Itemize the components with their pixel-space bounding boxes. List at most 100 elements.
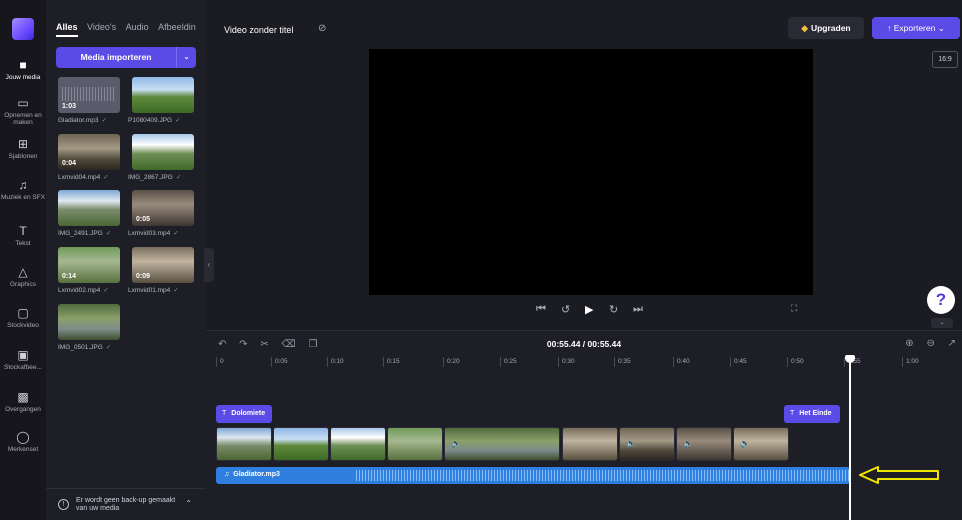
project-title[interactable]: Video zonder titel <box>224 25 293 35</box>
rail-item-record[interactable]: ▭ Opnemen en maken <box>0 96 46 126</box>
backup-text: Er wordt geen back-up gemaakt van uw med… <box>76 497 176 512</box>
ruler-tick: 0:30 <box>558 357 575 367</box>
check-icon: ✓ <box>175 174 182 181</box>
import-media-label: Media importeren <box>80 52 152 62</box>
media-thumb-gladiator[interactable]: 1:03 <box>58 77 120 113</box>
text-icon: T <box>19 224 27 238</box>
video-clip[interactable] <box>330 427 386 461</box>
check-icon: ✓ <box>103 287 109 294</box>
backup-notice[interactable]: ! Er wordt geen back-up gemaakt van uw m… <box>46 488 206 520</box>
check-icon: ✓ <box>175 117 181 124</box>
video-clip[interactable] <box>562 427 618 461</box>
aspect-ratio-button[interactable]: 16:9 <box>932 51 958 68</box>
rail-item-your-media[interactable]: ■ Jouw media <box>0 58 46 81</box>
export-button[interactable]: ↑ Exporteren ⌄ <box>872 17 960 39</box>
rail-item-transitions[interactable]: ▩ Overgangen <box>0 390 46 413</box>
info-icon: ! <box>58 499 69 510</box>
media-label: Lxmvid04.mp4 ✓ <box>58 174 109 181</box>
media-thumb-lxmvid01[interactable]: 0:09 <box>132 247 194 283</box>
media-label: Lxmvid01.mp4 ✓ <box>128 287 179 294</box>
import-media-button[interactable]: Media importeren ⌄ <box>56 47 196 68</box>
diamond-icon: ◆ <box>801 23 808 33</box>
text-icon: T <box>790 410 795 417</box>
upload-icon: ↑ <box>887 23 892 33</box>
tab-videos[interactable]: Video's <box>87 22 116 32</box>
rail-item-stock-images[interactable]: ▣ Stockafbee... <box>0 348 46 371</box>
media-label: P1080409.JPG ✓ <box>128 117 181 124</box>
playhead[interactable] <box>849 357 851 520</box>
media-thumb-lxmvid02[interactable]: 0:14 <box>58 247 120 283</box>
music-note-icon: ♫ <box>224 471 230 478</box>
media-duration: 0:04 <box>62 160 77 167</box>
skip-end-icon[interactable]: ⏭ <box>633 303 643 316</box>
chevron-down-icon[interactable]: ⌄ <box>931 318 953 328</box>
video-clip[interactable] <box>273 427 329 461</box>
ruler-tick: 0:05 <box>271 357 288 367</box>
transitions-icon: ▩ <box>17 390 29 404</box>
zoom-out-icon[interactable]: ⊖ <box>926 338 934 349</box>
chevron-down-icon[interactable]: ⌄ <box>176 47 196 68</box>
rail-item-text[interactable]: T Tekst <box>0 224 46 247</box>
check-icon: ✓ <box>105 230 112 237</box>
ruler-tick: 0:20 <box>443 357 460 367</box>
fullscreen-icon[interactable]: ⛶ <box>791 303 797 314</box>
waveform-icon <box>62 87 116 101</box>
zoom-in-icon[interactable]: ⊕ <box>905 338 913 349</box>
speaker-icon: 🔈 <box>451 439 461 448</box>
video-clip[interactable]: 🔈 <box>676 427 732 461</box>
rail-item-graphics[interactable]: △ Graphics <box>0 265 46 288</box>
media-thumb-img0501[interactable] <box>58 304 120 340</box>
video-clip[interactable]: 🔈 <box>444 427 560 461</box>
folder-icon: ■ <box>19 58 27 72</box>
play-icon[interactable]: ▶ <box>585 303 593 316</box>
ruler-tick: 1:00 <box>902 357 919 367</box>
forward-5s-icon[interactable]: ↻ <box>609 303 618 316</box>
templates-icon: ⊞ <box>17 137 29 151</box>
media-label: Gladiator.mp3 ✓ <box>58 117 107 124</box>
video-clip[interactable]: 🔈 <box>733 427 789 461</box>
check-icon: ✓ <box>103 174 109 181</box>
audio-clip-gladiator[interactable]: ♫ Gladiator.mp3 <box>216 467 850 484</box>
video-clip[interactable]: 🔈 <box>619 427 675 461</box>
rail-item-templates[interactable]: ⊞ Sjablonen <box>0 137 46 160</box>
ruler-tick: 0:10 <box>327 357 344 367</box>
fit-icon[interactable]: ↗ <box>948 338 956 349</box>
tab-all[interactable]: Alles <box>56 22 78 37</box>
skip-start-icon[interactable]: ⏮ <box>536 303 546 316</box>
collapse-panel-handle[interactable]: ‹ <box>204 248 214 282</box>
video-icon: ▢ <box>17 306 29 320</box>
ruler-tick: 0:45 <box>730 357 747 367</box>
check-icon: ✓ <box>105 344 112 351</box>
media-thumb-lxmvid03[interactable]: 0:05 <box>132 190 194 226</box>
check-icon: ✓ <box>173 230 179 237</box>
tab-audio[interactable]: Audio <box>126 22 149 32</box>
clipchamp-editor: ■ Jouw media ▭ Opnemen en maken ⊞ Sjablo… <box>0 0 962 520</box>
rail-item-stock-video[interactable]: ▢ Stockvideo <box>0 306 46 329</box>
help-button[interactable]: ? <box>927 286 955 314</box>
media-label: IMG_2491.JPG ✓ <box>58 230 112 237</box>
rail-item-brand-kit[interactable]: ◯ Merkenset <box>0 430 46 453</box>
rail-item-music[interactable]: ♫ Muziek en SFX <box>0 178 46 201</box>
video-clip[interactable] <box>216 427 272 461</box>
text-clip-het-einde[interactable]: T Het Einde <box>784 405 840 423</box>
video-clip[interactable] <box>387 427 443 461</box>
media-thumb-img2491[interactable] <box>58 190 120 226</box>
top-bar: Video zonder titel ⊘ ◆ Upgraden ↑ Exporte… <box>206 0 962 68</box>
media-thumb-img2867[interactable] <box>132 134 194 170</box>
ruler-tick: 0:25 <box>500 357 517 367</box>
chevron-up-icon[interactable]: ⌃ <box>185 499 192 508</box>
camera-icon: ▭ <box>17 96 29 110</box>
media-label: Lxmvid03.mp4 ✓ <box>128 230 179 237</box>
chevron-down-icon: ⌄ <box>937 23 945 33</box>
tab-images[interactable]: Afbeeldin <box>158 22 196 32</box>
ruler-tick: 0 <box>216 357 224 367</box>
upgrade-button[interactable]: ◆ Upgraden <box>788 17 864 39</box>
zoom-toolbar: ⊕ ⊖ ↗ <box>895 338 956 349</box>
text-clip-dolomieten[interactable]: T Dolomiete <box>216 405 272 423</box>
audio-waveform <box>356 470 850 481</box>
rewind-5s-icon[interactable]: ↺ <box>561 303 570 316</box>
media-thumb-p1080409[interactable] <box>132 77 194 113</box>
media-tabs: Alles Video's Audio Afbeeldin <box>56 22 203 38</box>
media-thumb-lxmvid04[interactable]: 0:04 <box>58 134 120 170</box>
media-duration: 0:05 <box>136 216 151 223</box>
